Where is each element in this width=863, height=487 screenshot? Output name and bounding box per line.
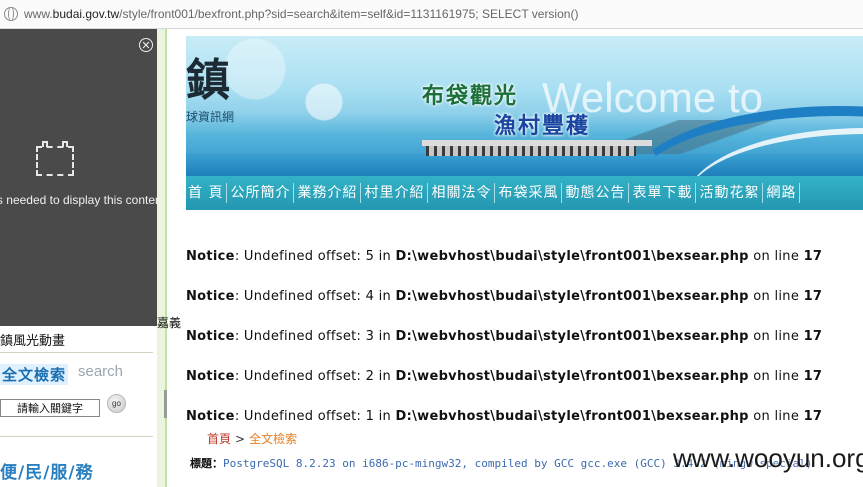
banner-pier	[426, 146, 636, 156]
banner-subtitle: 球資訊網	[186, 110, 235, 124]
php-notice: Notice: Undefined offset: 4 in D:\webvho…	[186, 289, 823, 304]
jiayi-text: 嘉義	[157, 316, 182, 330]
nav-item-downloads[interactable]: 表單下載	[629, 183, 697, 203]
scenic-animation-link[interactable]: 鎮風光動畫	[0, 331, 153, 353]
main-nav: 首 頁 公所簡介 業務介紹 村里介紹 相關法令 布袋采風 動態公告 表單下載 活…	[186, 176, 863, 210]
left-divider	[0, 436, 153, 437]
banner-tagline-2: 漁村豐穫	[494, 113, 591, 139]
php-notice: Notice: Undefined offset: 2 in D:\webvho…	[186, 369, 823, 384]
plugin-message: in is needed to display this content.	[0, 193, 169, 207]
nav-item-scenery[interactable]: 布袋采風	[495, 183, 563, 203]
service-heading: 便/民/服/務	[0, 463, 94, 483]
side-divider	[165, 29, 167, 487]
site-banner: Welcome to 鎮 球資訊網 布袋觀光 漁村豐穫	[186, 36, 863, 176]
result-title-label: 標題：	[190, 457, 223, 470]
search-label: search	[78, 363, 124, 380]
php-notice: Notice: Undefined offset: 1 in D:\webvho…	[186, 409, 823, 424]
nav-item-web[interactable]: 網路	[763, 183, 801, 203]
breadcrumb: 首頁 > 全文檢索	[207, 430, 297, 447]
globe-icon	[4, 7, 18, 21]
php-notice: Notice: Undefined offset: 5 in D:\webvho…	[186, 249, 823, 264]
nav-item-business[interactable]: 業務介紹	[294, 183, 362, 203]
banner-tagline-1: 布袋觀光	[422, 83, 519, 109]
banner-town-name: 鎮	[186, 55, 230, 106]
close-icon[interactable]: ✕	[139, 38, 153, 52]
plugin-placeholder: ✕ in is needed to display this content.	[0, 29, 168, 326]
breadcrumb-home[interactable]: 首頁	[207, 432, 231, 446]
fulltext-title: 全文檢索	[0, 364, 69, 385]
scroll-handle[interactable]	[164, 390, 167, 418]
breadcrumb-current: 全文檢索	[249, 432, 298, 446]
nav-item-home[interactable]: 首 頁	[186, 183, 228, 203]
php-notice: Notice: Undefined offset: 3 in D:\webvho…	[186, 329, 823, 344]
go-button[interactable]: go	[107, 394, 126, 413]
address-bar[interactable]: www.budai.gov.tw/style/front001/bexfront…	[0, 0, 863, 29]
nav-item-laws[interactable]: 相關法令	[428, 183, 496, 203]
nav-item-activities[interactable]: 活動花絮	[696, 183, 764, 203]
url-text[interactable]: www.budai.gov.tw/style/front001/bexfront…	[24, 7, 578, 21]
breadcrumb-separator: >	[235, 432, 246, 446]
nav-item-about[interactable]: 公所簡介	[227, 183, 295, 203]
watermark: www.wooyun.org	[673, 443, 863, 473]
search-input[interactable]	[0, 399, 100, 417]
nav-item-announcements[interactable]: 動態公告	[562, 183, 630, 203]
fulltext-search-header: 全文檢索 search	[0, 362, 157, 386]
nav-item-villages[interactable]: 村里介紹	[361, 183, 429, 203]
plugin-icon	[36, 141, 74, 176]
